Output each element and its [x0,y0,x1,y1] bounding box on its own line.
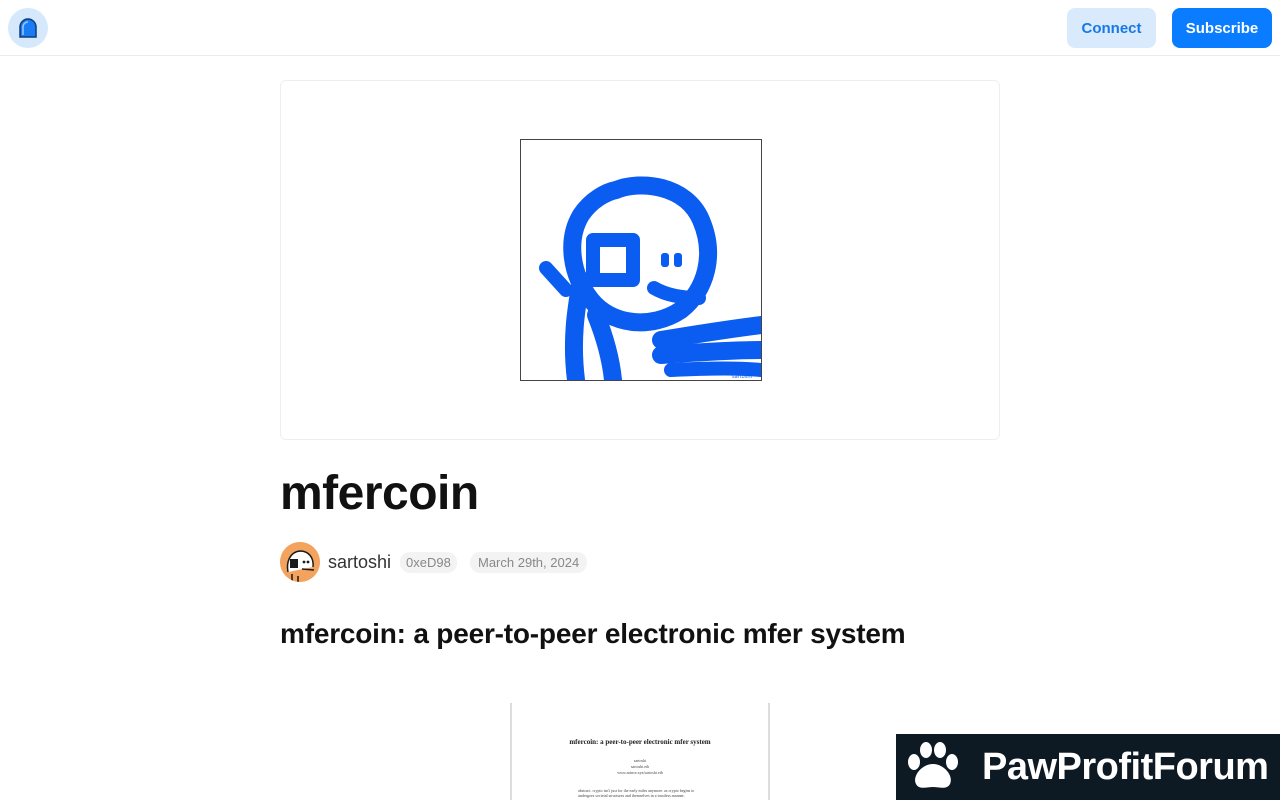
paper-author: sartoshi [633,758,647,763]
top-bar: Connect Subscribe [0,0,1280,56]
post-subtitle: mfercoin: a peer-to-peer electronic mfer… [280,618,906,649]
author-name[interactable]: sartoshi [328,552,391,572]
paw-icon [908,742,958,788]
watermark-text: PawProfitForum [982,746,1269,788]
publish-date-badge: March 29th, 2024 [470,552,588,573]
paper-abstract: abstract. crypto isn't just for the earl… [578,788,695,798]
subscribe-button[interactable]: Subscribe [1172,8,1272,48]
svg-text:sartoshi: sartoshi [732,374,752,380]
byline: sartoshi 0xeD98 March 29th, 2024 [280,542,1000,582]
mfer-drawing-icon: sartoshi [520,139,762,381]
paper-url: www.mirror.xyz/sartoshi.eth [617,770,663,775]
mfer-avatar-icon[interactable] [280,542,320,582]
paper-affiliation: sartoshi.eth [630,764,650,769]
watermark-banner: PawProfitForum [896,734,1280,800]
paper-title: mfercoin: a peer-to-peer electronic mfer… [569,738,711,746]
embedded-paper-image: mfercoin: a peer-to-peer electronic mfer… [510,703,770,800]
connect-button[interactable]: Connect [1067,8,1156,48]
author-address-badge[interactable]: 0xeD98 [400,552,457,573]
paragraph-logo-icon[interactable] [8,8,48,48]
post-title: mfercoin [280,467,479,520]
cover-image-card: sartoshi [280,80,1000,440]
